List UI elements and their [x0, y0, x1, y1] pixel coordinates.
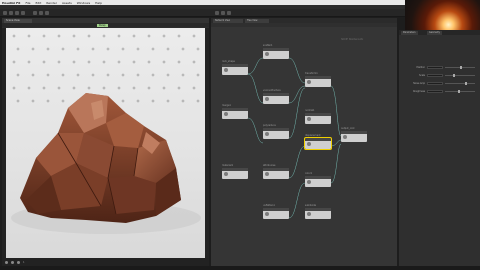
node-sop-icon	[265, 172, 269, 176]
param-row: Position	[403, 66, 478, 70]
node-sop-icon	[307, 180, 311, 184]
scene-viewport-panel: Scene View Persp 1	[2, 18, 209, 266]
param-row: Scale	[403, 74, 478, 78]
menu-help[interactable]: Help	[95, 1, 102, 5]
param-slider[interactable]	[445, 90, 475, 94]
node-sop-icon	[265, 132, 269, 136]
parameter-panel: Parameters Geometry Position Scale Noise…	[399, 30, 480, 266]
node-material[interactable]: material1	[222, 164, 248, 179]
select-tool-icon[interactable]	[3, 11, 7, 15]
node-normal[interactable]: normal1	[305, 109, 331, 124]
param-value-field[interactable]	[427, 66, 443, 70]
rotate-tool-icon[interactable]	[15, 11, 19, 15]
stop-icon[interactable]	[17, 260, 20, 264]
node-sop-icon	[265, 97, 269, 101]
node-sop-icon	[224, 112, 228, 116]
param-value-field[interactable]	[427, 90, 443, 94]
node-wires	[247, 57, 342, 219]
shelf-tool-icon[interactable]	[33, 11, 37, 15]
node-transform[interactable]: transform1	[305, 72, 331, 87]
param-value-field[interactable]	[427, 82, 443, 86]
rock-render	[11, 34, 201, 234]
tab-geometry[interactable]: Geometry	[427, 31, 442, 35]
node-attribnoise[interactable]: attribnoise	[263, 164, 289, 179]
param-row: Roughness	[403, 90, 478, 94]
3d-viewport[interactable]	[6, 28, 205, 258]
shelf-tool-icon[interactable]	[45, 11, 49, 15]
move-tool-icon[interactable]	[9, 11, 13, 15]
param-value-field[interactable]	[427, 74, 443, 78]
menu-windows[interactable]: Windows	[77, 1, 90, 5]
node-sop-icon	[307, 80, 311, 84]
play-icon[interactable]	[11, 260, 14, 264]
shelf-toolbar	[0, 9, 420, 17]
node-rock-shape[interactable]: rock_shape	[222, 60, 248, 75]
node-voronoi-fracture[interactable]: voronoifracture	[263, 89, 289, 104]
node-sop-icon	[265, 52, 269, 56]
scale-tool-icon[interactable]	[21, 11, 25, 15]
node-sop-icon	[307, 142, 311, 146]
param-row: Noise Amp	[403, 82, 478, 86]
viewport-right-toolbar	[205, 28, 209, 258]
node-sop-icon	[343, 135, 347, 139]
node-scatter[interactable]: scatter1	[263, 44, 289, 59]
frame-number[interactable]: 1	[23, 261, 25, 264]
param-slider[interactable]	[445, 74, 475, 78]
tab-parameters[interactable]: Parameters	[401, 31, 418, 35]
param-slider[interactable]	[445, 66, 475, 70]
node-sop-icon	[307, 117, 311, 121]
playbar: 1	[2, 258, 209, 266]
node-sop-icon	[224, 172, 228, 176]
node-output-rock[interactable]: output_rock	[341, 127, 367, 142]
node-polyreduce[interactable]: polyreduce	[263, 124, 289, 139]
viewport-camera-label[interactable]: Persp	[97, 23, 108, 27]
node-subdivide[interactable]: subdivide	[305, 204, 331, 219]
shelf-tool-icon[interactable]	[39, 11, 43, 15]
menu-edit[interactable]: Edit	[36, 1, 42, 5]
menu-file[interactable]: File	[25, 1, 30, 5]
menu-assets[interactable]: Assets	[62, 1, 72, 5]
node-merge[interactable]: merge1	[222, 104, 248, 119]
menu-render[interactable]: Render	[46, 1, 57, 5]
node-sop-icon	[224, 68, 228, 72]
play-back-icon[interactable]	[5, 260, 8, 264]
node-displacement[interactable]: displacement	[304, 134, 332, 150]
node-sop-icon	[307, 212, 311, 216]
network-editor-panel: Network View Tree View SOP Network rock_…	[211, 18, 397, 266]
node-color[interactable]: color1	[305, 172, 331, 187]
node-uvflatten[interactable]: uvflatten1	[263, 204, 289, 219]
network-tool-icon[interactable]	[215, 11, 219, 15]
node-sop-icon	[265, 212, 269, 216]
status-bar	[0, 266, 480, 270]
network-tool-icon[interactable]	[221, 11, 225, 15]
network-tool-icon[interactable]	[227, 11, 231, 15]
param-slider[interactable]	[445, 82, 475, 86]
app-menu[interactable]: Houdini FX	[2, 1, 20, 5]
parameter-tab-bar: Parameters Geometry	[399, 30, 480, 35]
